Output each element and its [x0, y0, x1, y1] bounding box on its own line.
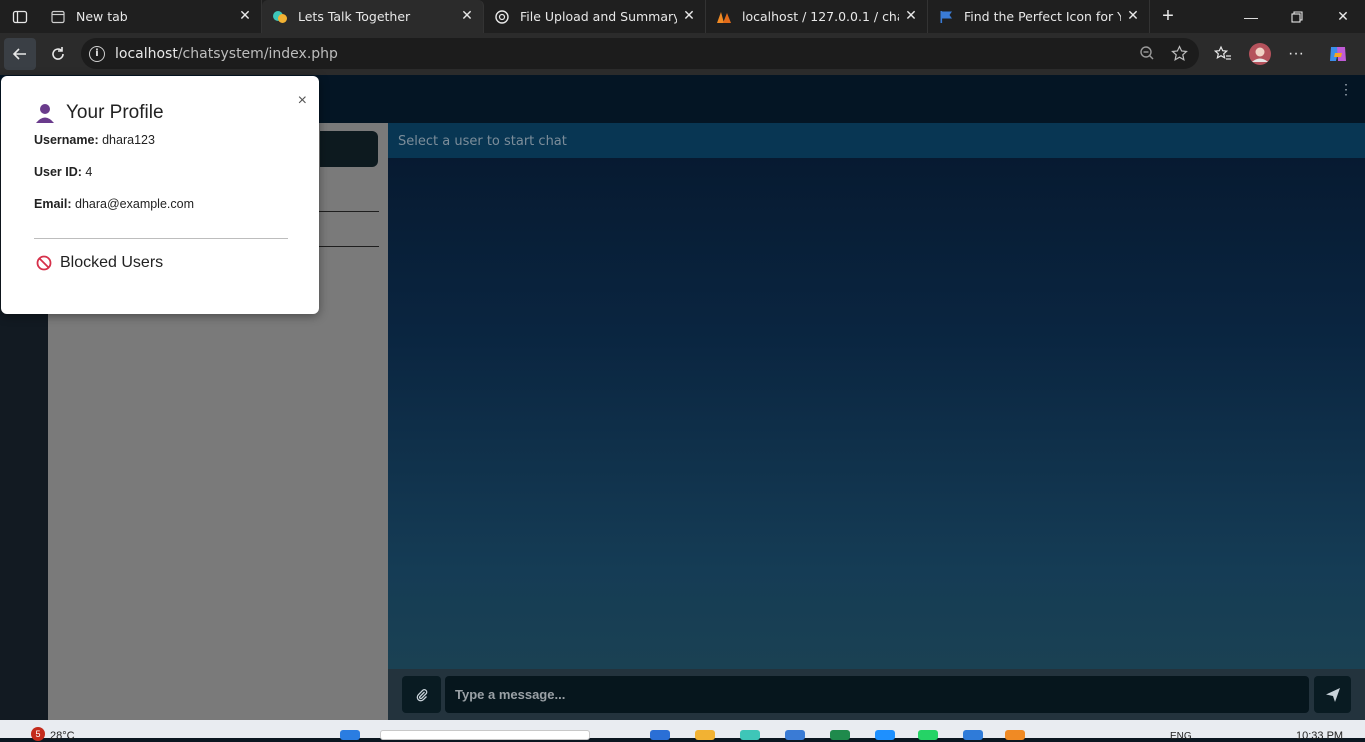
- tab-actions-icon: [12, 10, 28, 23]
- taskbar-search-box[interactable]: [380, 730, 590, 740]
- chat-header: Select a user to start chat: [388, 123, 1365, 158]
- close-icon: ✕: [1337, 8, 1349, 24]
- minimize-button[interactable]: —: [1228, 0, 1274, 33]
- close-window-button[interactable]: ✕: [1320, 0, 1365, 33]
- message-composer: [388, 669, 1365, 720]
- tab-lets-talk-together[interactable]: Lets Talk Together ✕: [262, 0, 484, 33]
- profile-heading: Your Profile: [34, 102, 164, 124]
- star-icon[interactable]: [1171, 45, 1188, 66]
- favorites-icon: [1214, 45, 1231, 60]
- message-input[interactable]: [445, 676, 1309, 713]
- vscode-icon[interactable]: [963, 730, 983, 740]
- tab-file-upload[interactable]: File Upload and Summary ✕: [484, 0, 706, 33]
- favorites-button[interactable]: [1207, 38, 1239, 70]
- username-row: Username: dhara123: [34, 133, 155, 147]
- taskbar-app-icon[interactable]: [785, 730, 805, 740]
- tab-find-icon[interactable]: Find the Perfect Icon for Your I ✕: [928, 0, 1150, 33]
- tab-title: New tab: [76, 9, 128, 24]
- new-tab-button[interactable]: +: [1150, 0, 1186, 33]
- email-value: dhara@example.com: [75, 197, 194, 211]
- clock[interactable]: 10:33 PM: [1296, 730, 1343, 742]
- start-icon[interactable]: [340, 730, 360, 740]
- userid-label: User ID:: [34, 165, 82, 179]
- close-tab-icon[interactable]: ✕: [459, 8, 475, 24]
- minimize-icon: —: [1244, 8, 1258, 25]
- profile-title: Your Profile: [66, 102, 164, 123]
- taskbar-app-icon[interactable]: [875, 730, 895, 740]
- paperclip-icon: [416, 688, 427, 701]
- tab-phpmyadmin[interactable]: localhost / 127.0.0.1 / chat_sys ✕: [706, 0, 928, 33]
- close-tab-icon[interactable]: ✕: [681, 8, 697, 24]
- weather-widget[interactable]: 28°C: [50, 730, 75, 742]
- copilot-button[interactable]: [1322, 38, 1354, 70]
- chat-app-taskbar-icon[interactable]: [740, 730, 760, 740]
- profile-divider: [34, 238, 288, 239]
- browser-toolbar: i localhost/chatsystem/index.php ···: [0, 33, 1365, 75]
- chat-panel: Select a user to start chat: [388, 123, 1365, 720]
- plus-icon: +: [1162, 5, 1174, 27]
- email-label: Email:: [34, 197, 72, 211]
- profile-avatar-button[interactable]: [1244, 38, 1276, 70]
- restore-icon: [1291, 10, 1303, 23]
- tab-title: Find the Perfect Icon for Your I: [964, 9, 1121, 24]
- avatar: [1249, 43, 1271, 65]
- tab-title: localhost / 127.0.0.1 / chat_sys: [742, 9, 899, 24]
- whatsapp-icon[interactable]: [918, 730, 938, 740]
- userid-row: User ID: 4: [34, 165, 92, 179]
- zoom-out-icon[interactable]: [1139, 45, 1155, 65]
- username-value: dhara123: [102, 133, 155, 147]
- refresh-button[interactable]: [42, 38, 74, 70]
- more-options-button[interactable]: ···: [1280, 38, 1312, 70]
- language-indicator[interactable]: ENG: [1170, 731, 1192, 742]
- tab-title: File Upload and Summary: [520, 9, 677, 24]
- taskbar-app-icon[interactable]: [650, 730, 670, 740]
- chat-app-icon: [272, 9, 288, 25]
- close-tab-icon[interactable]: ✕: [237, 8, 253, 24]
- address-bar[interactable]: i localhost/chatsystem/index.php: [81, 38, 1199, 69]
- folder-icon[interactable]: [695, 730, 715, 740]
- xampp-icon[interactable]: [1005, 730, 1025, 740]
- phpmyadmin-icon: [716, 9, 732, 25]
- arrow-left-icon: [12, 48, 26, 60]
- close-profile-button[interactable]: ×: [298, 92, 307, 110]
- send-button[interactable]: [1314, 676, 1351, 713]
- newtab-icon: [50, 9, 66, 25]
- kebab-menu-icon[interactable]: ⋮: [1339, 81, 1353, 98]
- url-path: /chatsystem/index.php: [177, 45, 338, 62]
- username-label: Username:: [34, 133, 99, 147]
- userid-value: 4: [85, 165, 93, 179]
- attach-button[interactable]: [402, 676, 441, 713]
- copilot-icon: [1330, 47, 1346, 61]
- restore-button[interactable]: [1274, 0, 1320, 33]
- tab-new-tab[interactable]: New tab ✕: [40, 0, 262, 33]
- taskbar: 5 28°C ENG 10:33 PM: [0, 720, 1365, 742]
- email-row: Email: dhara@example.com: [34, 197, 194, 211]
- more-icon: ···: [1288, 45, 1304, 62]
- send-icon: [1325, 687, 1340, 702]
- close-tab-icon[interactable]: ✕: [903, 8, 919, 24]
- blocked-users-button[interactable]: Blocked Users: [36, 254, 163, 272]
- blocked-users-label: Blocked Users: [60, 254, 164, 271]
- profile-popup: × Your Profile Username: dhara123 User I…: [1, 76, 319, 314]
- tab-actions-button[interactable]: [0, 0, 40, 33]
- openai-icon: [494, 9, 510, 25]
- prohibited-icon: [36, 255, 52, 271]
- refresh-icon: [52, 47, 64, 60]
- flag-icon: [938, 9, 954, 25]
- taskbar-app-icon[interactable]: [830, 730, 850, 740]
- user-search-box[interactable]: [320, 131, 378, 167]
- site-info-icon[interactable]: i: [89, 45, 105, 62]
- notification-badge: 5: [31, 727, 45, 741]
- tab-title: Lets Talk Together: [298, 9, 411, 24]
- tab-strip: New tab ✕ Lets Talk Together ✕ File Uplo…: [0, 0, 1365, 33]
- close-tab-icon[interactable]: ✕: [1125, 8, 1141, 24]
- user-icon: [36, 104, 54, 123]
- back-button[interactable]: [4, 38, 36, 70]
- url-host: localhost: [115, 45, 178, 62]
